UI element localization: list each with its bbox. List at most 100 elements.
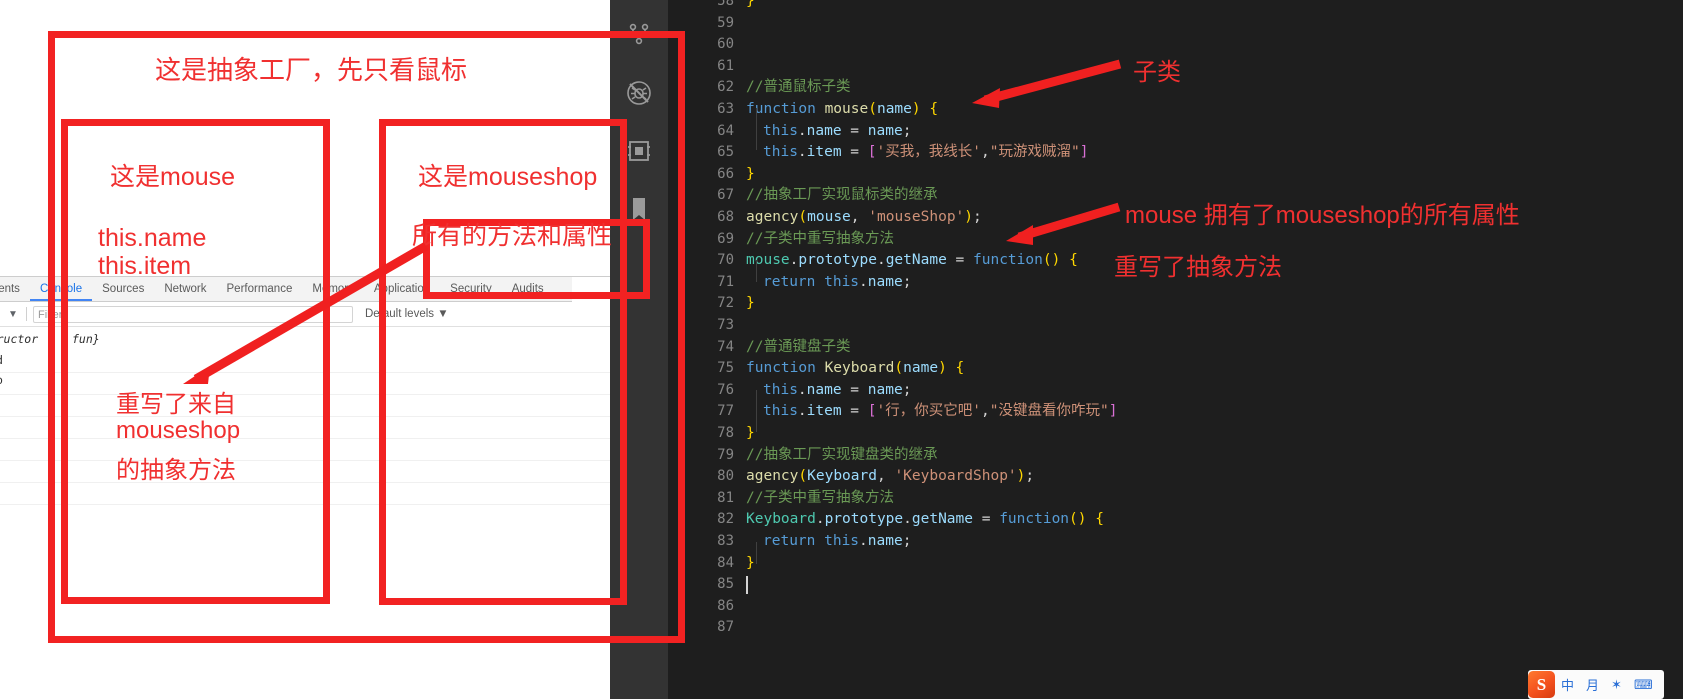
code-line-source: //子类中重写抽象方法 [746, 488, 894, 510]
console-output-left-2: o [0, 373, 3, 387]
code-line[interactable]: 70 mouse.prototype.getName = function() { [668, 250, 1683, 272]
code-token: ( [894, 360, 904, 377]
devtools-console-toolbar: ▼ Filter Default levels ▼ [0, 302, 610, 327]
devtools-tab-bar[interactable]: ElementsConsoleSourcesNetworkPerformance… [0, 277, 572, 302]
code-line-source: return this.name; [763, 272, 911, 294]
code-token: name [867, 533, 903, 549]
code-line[interactable]: 79 //抽象工厂实现键盘类的继承 [668, 445, 1683, 467]
console-row [0, 351, 610, 373]
console-row [0, 439, 610, 461]
vscode-activity-bar[interactable] [610, 0, 668, 699]
code-line[interactable]: 59 [668, 13, 1683, 35]
code-token: Keyboard [807, 468, 877, 485]
sogou-logo-icon[interactable]: S [1528, 671, 1555, 698]
code-token: 'KeyboardShop' [894, 468, 1017, 485]
code-line[interactable]: 69 //子类中重写抽象方法 [668, 229, 1683, 251]
code-token: { [1095, 511, 1104, 528]
bookmark-icon[interactable] [610, 185, 668, 233]
devtools-tab-performance[interactable]: Performance [217, 278, 303, 301]
code-line[interactable]: 67 //抽象工厂实现鼠标类的继承 [668, 185, 1683, 207]
debug-disabled-icon[interactable] [610, 69, 668, 117]
console-filter-input[interactable]: Filter [33, 305, 353, 323]
code-token: ) [938, 360, 956, 377]
console-levels-dropdown[interactable]: Default levels ▼ [365, 308, 449, 320]
ime-punctuation-button[interactable]: ✶ [1605, 677, 1628, 693]
console-output-row: constructor fun} [0, 329, 610, 351]
filter-funnel-icon[interactable]: ▼ [0, 309, 26, 320]
line-number: 84 [717, 554, 734, 571]
code-token: = [946, 252, 974, 269]
code-line[interactable]: 60 [668, 34, 1683, 56]
code-line-source: } [746, 0, 755, 13]
devtools-tab-security[interactable]: Security [440, 278, 502, 301]
line-number: 60 [717, 36, 734, 53]
code-token: getName [885, 252, 947, 269]
code-token: mouse [807, 209, 851, 225]
code-line[interactable]: 74 //普通键盘子类 [668, 337, 1683, 359]
code-token: '行，你买它吧' [876, 403, 981, 420]
code-line[interactable]: 82 Keyboard.prototype.getName = function(… [668, 509, 1683, 531]
code-token: mouse [746, 252, 790, 269]
ime-shape-button[interactable]: 月 [1580, 675, 1605, 694]
code-line-source: //子类中重写抽象方法 [746, 229, 894, 251]
text-cursor [746, 576, 748, 595]
code-line-source: function Keyboard(name) { [746, 358, 964, 380]
code-line[interactable]: 64 this.name = name; [668, 121, 1683, 143]
indent-guide [756, 542, 757, 564]
code-token: //子类中重写抽象方法 [746, 230, 894, 247]
browser-pane: ElementsConsoleSourcesNetworkPerformance… [0, 0, 610, 699]
code-line[interactable]: 77 this.item = ['行，你买它吧',"没键盘看你咋玩"] [668, 401, 1683, 423]
code-line[interactable]: 66} [668, 164, 1683, 186]
code-line[interactable]: 84} [668, 553, 1683, 575]
code-line[interactable]: 76 this.name = name; [668, 380, 1683, 402]
code-line[interactable]: 85 [668, 574, 1683, 596]
line-number: 71 [717, 273, 734, 290]
line-number: 68 [717, 209, 734, 225]
code-line[interactable]: 80 agency(Keyboard, 'KeyboardShop'); [668, 466, 1683, 488]
code-line[interactable]: 75 function Keyboard(name) { [668, 358, 1683, 380]
code-line-source: this.name = name; [763, 121, 911, 143]
code-token: name [867, 381, 903, 398]
code-token: ; [902, 381, 912, 398]
code-token: prototype [798, 252, 877, 269]
chevron-down-icon: ▼ [437, 308, 449, 320]
code-line[interactable]: 68 agency(mouse, 'mouseShop'); [668, 207, 1683, 229]
code-line[interactable]: 71 return this.name; [668, 272, 1683, 294]
code-line[interactable]: 58} [668, 0, 1683, 13]
code-line-source: this.item = ['买我，我线长',"玩游戏贼溜"] [763, 142, 1088, 164]
extensions-icon[interactable] [610, 127, 668, 175]
line-number: 67 [717, 187, 734, 204]
line-number: 73 [717, 317, 734, 333]
code-token: . [797, 122, 807, 139]
code-line[interactable]: 87 [668, 617, 1683, 639]
code-editor[interactable]: 58} 59 60 61 62//普通鼠标子类 63 function mouse(name… [668, 0, 1683, 699]
ime-mode-button[interactable]: 中 [1555, 675, 1580, 694]
devtools-tab-audits[interactable]: Audits [502, 278, 554, 301]
ime-keyboard-icon[interactable]: ⌨ [1628, 677, 1659, 693]
console-output-left-1: d [0, 353, 3, 367]
code-line[interactable]: 61 [668, 56, 1683, 78]
code-line[interactable]: 78} [668, 423, 1683, 445]
devtools-tab-sources[interactable]: Sources [92, 278, 154, 301]
code-line[interactable]: 62 //普通鼠标子类 [668, 77, 1683, 99]
console-row [0, 483, 610, 505]
devtools-tab-elements[interactable]: Elements [0, 278, 30, 301]
sogou-ime-toolbar[interactable]: S 中 月 ✶ ⌨ [1528, 670, 1664, 699]
code-token: Keyboard [746, 511, 816, 528]
devtools-tab-application[interactable]: Application [364, 278, 440, 301]
source-control-icon[interactable] [610, 10, 668, 58]
devtools-tab-console[interactable]: Console [29, 278, 93, 301]
code-line[interactable]: 73 [668, 315, 1683, 337]
devtools-tab-network[interactable]: Network [154, 278, 216, 301]
code-line[interactable]: 81 //子类中重写抽象方法 [668, 488, 1683, 510]
code-line[interactable]: 72} [668, 293, 1683, 315]
code-line[interactable]: 65 this.item = ['买我，我线长',"玩游戏贼溜"] [668, 142, 1683, 164]
code-token: = [841, 122, 868, 139]
line-number: 72 [717, 295, 734, 312]
code-line[interactable]: 86 [668, 596, 1683, 618]
code-line[interactable]: 63 function mouse(name) { [668, 99, 1683, 121]
code-line[interactable]: 83 return this.name; [668, 531, 1683, 553]
line-number: 78 [717, 425, 734, 441]
devtools-tab-memory[interactable]: Memory [302, 278, 364, 301]
code-lines-container[interactable]: 58} 59 60 61 62//普通鼠标子类 63 function mouse(name… [668, 0, 1683, 699]
